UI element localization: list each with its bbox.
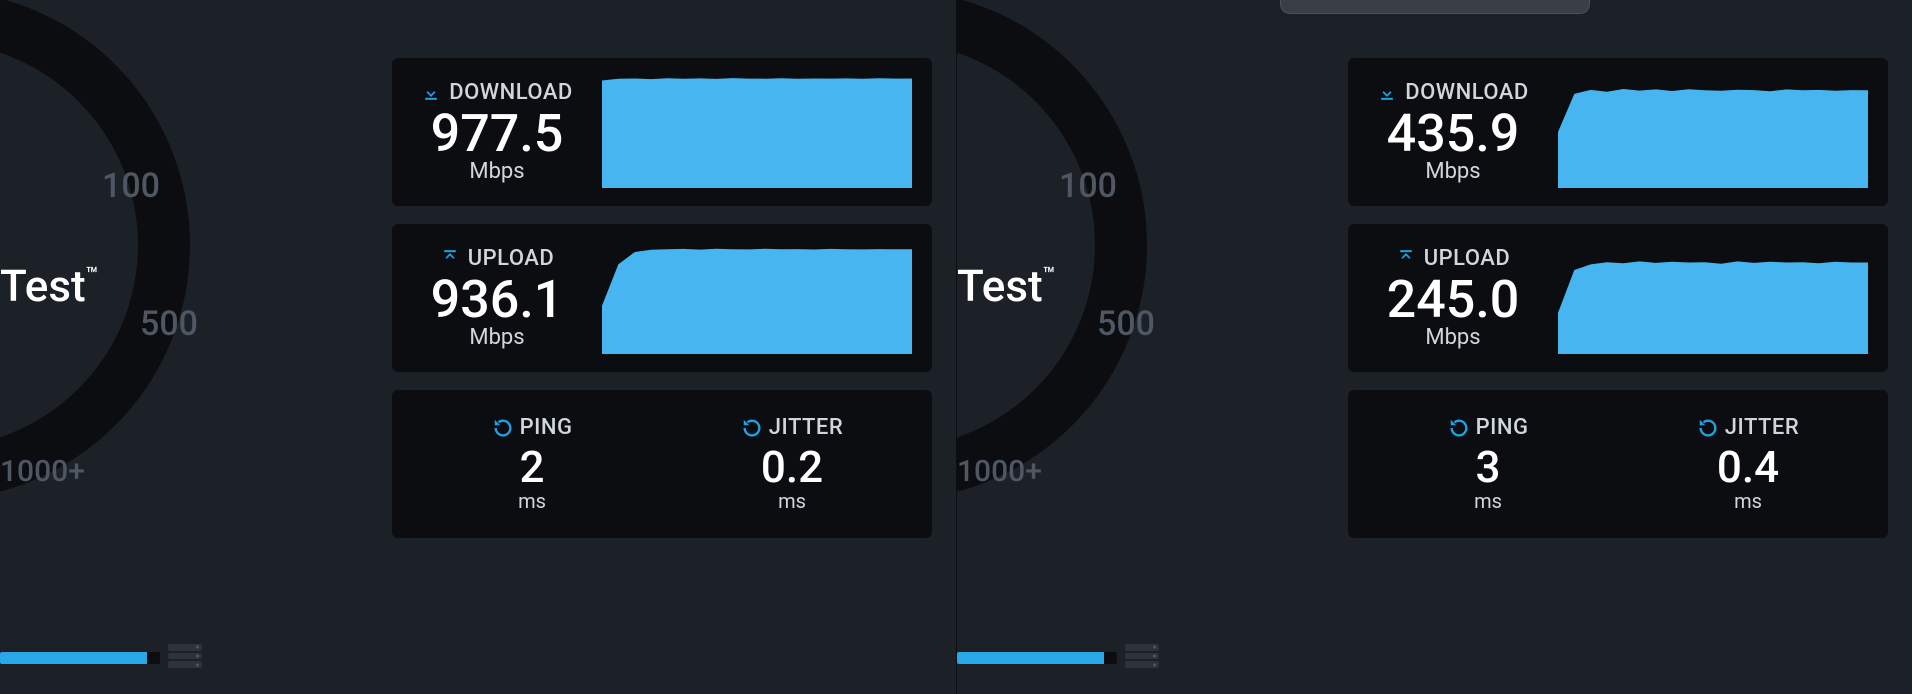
download-value: 435.9 xyxy=(1387,107,1520,162)
reload-icon xyxy=(1697,417,1719,439)
ping-unit: ms xyxy=(518,489,546,513)
upload-value: 245.0 xyxy=(1387,273,1520,328)
ping-stat: PING 3 ms xyxy=(1368,415,1608,512)
address-bar-pill[interactable] xyxy=(1280,0,1590,14)
download-label: DOWNLOAD xyxy=(449,80,573,105)
progress-fill xyxy=(0,652,147,664)
progress-bar xyxy=(0,652,160,664)
upload-metric: UPLOAD 936.1 Mbps xyxy=(412,246,582,351)
jitter-label: JITTER xyxy=(769,415,843,440)
upload-label: UPLOAD xyxy=(1424,246,1511,271)
speedtest-pane-left: 100 500 1000+ Test™ DOWNLOAD xyxy=(0,0,956,694)
download-icon xyxy=(421,82,441,102)
download-value: 977.5 xyxy=(431,107,564,162)
upload-card: UPLOAD 936.1 Mbps xyxy=(392,224,932,372)
progress-bar xyxy=(957,652,1117,664)
reload-icon xyxy=(741,417,763,439)
upload-chart xyxy=(1558,242,1868,354)
upload-unit: Mbps xyxy=(1425,325,1480,350)
latency-card: PING 3 ms JITTER 0.4 ms xyxy=(1348,390,1888,538)
download-card: DOWNLOAD 435.9 Mbps xyxy=(1348,58,1888,206)
ping-label: PING xyxy=(1476,415,1529,440)
ping-label: PING xyxy=(520,415,573,440)
brand-label: Test™ xyxy=(957,260,1055,312)
upload-metric: UPLOAD 245.0 Mbps xyxy=(1368,246,1538,351)
upload-value: 936.1 xyxy=(431,273,564,328)
brand-text: Test xyxy=(957,260,1043,312)
results-column: DOWNLOAD 977.5 Mbps UPLOAD 936.1 xyxy=(392,58,932,538)
download-metric: DOWNLOAD 435.9 Mbps xyxy=(1368,80,1538,185)
server-icon xyxy=(168,644,202,668)
server-icon xyxy=(1125,644,1159,668)
upload-unit: Mbps xyxy=(469,325,524,350)
gauge-tick-max: 1000+ xyxy=(0,454,85,489)
brand-tm: ™ xyxy=(86,263,98,286)
jitter-label: JITTER xyxy=(1725,415,1799,440)
download-unit: Mbps xyxy=(1425,159,1480,184)
brand-tm: ™ xyxy=(1043,263,1055,286)
ping-value: 2 xyxy=(519,444,544,490)
download-chart xyxy=(602,76,912,188)
gauge-tick-100: 100 xyxy=(102,166,160,206)
upload-icon xyxy=(440,248,460,268)
results-column: DOWNLOAD 435.9 Mbps UPLOAD 245.0 xyxy=(1348,58,1888,538)
download-card: DOWNLOAD 977.5 Mbps xyxy=(392,58,932,206)
upload-label: UPLOAD xyxy=(468,246,555,271)
brand-label: Test™ xyxy=(0,260,98,312)
ping-unit: ms xyxy=(1474,489,1502,513)
jitter-unit: ms xyxy=(1734,489,1762,513)
jitter-stat: JITTER 0.4 ms xyxy=(1628,415,1868,512)
gauge-tick-100: 100 xyxy=(1059,166,1117,206)
jitter-value: 0.4 xyxy=(1717,444,1779,490)
reload-icon xyxy=(1448,417,1470,439)
upload-card: UPLOAD 245.0 Mbps xyxy=(1348,224,1888,372)
gauge-tick-500: 500 xyxy=(1097,304,1155,344)
gauge-tick-max: 1000+ xyxy=(957,454,1042,489)
progress-fill xyxy=(957,652,1104,664)
ping-stat: PING 2 ms xyxy=(412,415,652,512)
reload-icon xyxy=(492,417,514,439)
gauge-tick-500: 500 xyxy=(140,304,198,344)
jitter-stat: JITTER 0.2 ms xyxy=(672,415,912,512)
download-icon xyxy=(1377,82,1397,102)
latency-card: PING 2 ms JITTER 0.2 ms xyxy=(392,390,932,538)
download-chart xyxy=(1558,76,1868,188)
jitter-unit: ms xyxy=(778,489,806,513)
upload-icon xyxy=(1396,248,1416,268)
speedtest-pane-right: 100 500 1000+ Test™ DOWNLOAD 435. xyxy=(956,0,1912,694)
jitter-value: 0.2 xyxy=(761,444,823,490)
download-unit: Mbps xyxy=(469,159,524,184)
ping-value: 3 xyxy=(1475,444,1500,490)
download-metric: DOWNLOAD 977.5 Mbps xyxy=(412,80,582,185)
brand-text: Test xyxy=(0,260,86,312)
upload-chart xyxy=(602,242,912,354)
download-label: DOWNLOAD xyxy=(1405,80,1529,105)
